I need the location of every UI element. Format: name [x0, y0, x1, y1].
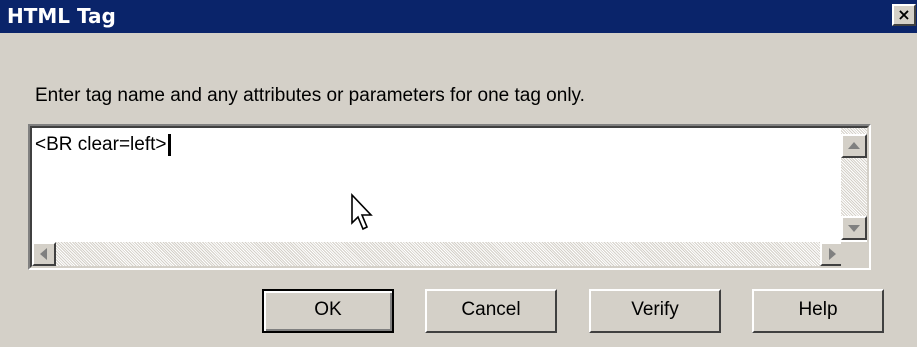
cancel-button[interactable]: Cancel: [425, 289, 557, 333]
close-icon: ×: [897, 5, 911, 24]
arrow-left-icon: [40, 248, 47, 260]
mouse-pointer-icon: [351, 193, 373, 231]
verify-button-label: Verify: [631, 299, 679, 320]
tag-input-field[interactable]: <BR clear=left>: [30, 126, 869, 268]
scroll-left-button[interactable]: [32, 242, 56, 266]
title-bar[interactable]: HTML Tag ×: [0, 0, 917, 33]
ok-button-label: OK: [314, 299, 342, 320]
scroll-down-button[interactable]: [841, 216, 867, 240]
tag-input-value: <BR clear=left>: [35, 134, 167, 155]
close-button[interactable]: ×: [892, 4, 916, 26]
tag-input-text[interactable]: <BR clear=left>: [35, 134, 171, 156]
text-caret: [167, 134, 171, 156]
scroll-up-button[interactable]: [841, 134, 867, 158]
scrollbar-corner: [841, 242, 867, 266]
ok-button[interactable]: OK: [262, 289, 394, 333]
arrow-right-icon: [829, 248, 836, 260]
horizontal-scrollbar[interactable]: [32, 242, 844, 266]
verify-button[interactable]: Verify: [589, 289, 721, 333]
instruction-label: Enter tag name and any attributes or par…: [35, 85, 585, 106]
vertical-scrollbar[interactable]: [841, 128, 867, 240]
arrow-up-icon: [848, 142, 860, 149]
arrow-down-icon: [848, 225, 860, 232]
help-button[interactable]: Help: [752, 289, 884, 333]
cancel-button-label: Cancel: [461, 299, 521, 320]
tag-input-frame: <BR clear=left>: [28, 124, 871, 270]
help-button-label: Help: [798, 299, 838, 320]
dialog-title: HTML Tag: [7, 4, 116, 28]
html-tag-dialog: HTML Tag × Enter tag name and any attrib…: [0, 0, 917, 347]
